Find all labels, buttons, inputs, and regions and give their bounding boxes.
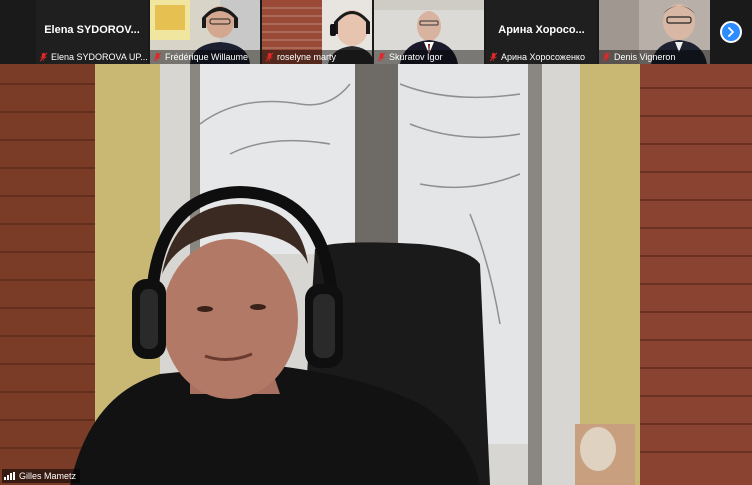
- participant-label: Skuratov Igor: [389, 52, 443, 62]
- signal-bars-icon: [4, 472, 15, 480]
- mic-muted-icon: [39, 52, 48, 62]
- participant-name-bar: Арина Хоросоженко: [486, 50, 597, 64]
- participant-tile[interactable]: Skuratov Igor: [374, 0, 484, 64]
- active-speaker-video[interactable]: Gilles Mametz: [0, 64, 752, 485]
- chevron-right-icon: [728, 27, 734, 37]
- mic-muted-icon: [153, 52, 162, 62]
- participant-tile[interactable]: roselyne marty: [262, 0, 372, 64]
- participant-tile[interactable]: Denis Vigneron: [599, 0, 710, 64]
- speaker-name-label: Gilles Mametz: [2, 469, 81, 483]
- participant-name-bar: Frédérique Willaume: [150, 50, 260, 64]
- participant-display-name: Арина Хоросо...: [498, 24, 585, 36]
- speaker-name: Gilles Mametz: [19, 471, 77, 481]
- participant-tile[interactable]: Frédérique Willaume: [150, 0, 260, 64]
- participant-name-bar: Skuratov Igor: [374, 50, 484, 64]
- participant-name-bar: Elena SYDOROVA UP...: [36, 50, 148, 64]
- mic-muted-icon: [265, 52, 274, 62]
- mic-muted-icon: [602, 52, 611, 62]
- participant-display-name: Elena SYDOROV...: [44, 24, 140, 36]
- participant-label: Арина Хоросоженко: [501, 52, 585, 62]
- participant-strip: Elena SYDOROV... Elena SYDOROVA UP... Fr…: [0, 0, 752, 64]
- participant-label: Frédérique Willaume: [165, 52, 249, 62]
- mic-muted-icon: [489, 52, 498, 62]
- participant-name-bar: Denis Vigneron: [599, 50, 710, 64]
- participant-label: roselyne marty: [277, 52, 337, 62]
- participant-tile[interactable]: Elena SYDOROV... Elena SYDOROVA UP...: [36, 0, 148, 64]
- participant-label: Denis Vigneron: [614, 52, 676, 62]
- participant-label: Elena SYDOROVA UP...: [51, 52, 148, 62]
- speaker-video-frame: [0, 64, 752, 485]
- mic-muted-icon: [377, 52, 386, 62]
- participant-name-bar: roselyne marty: [262, 50, 372, 64]
- next-page-button[interactable]: [720, 21, 742, 43]
- participant-tile[interactable]: Арина Хоросо... Арина Хоросоженко: [486, 0, 597, 64]
